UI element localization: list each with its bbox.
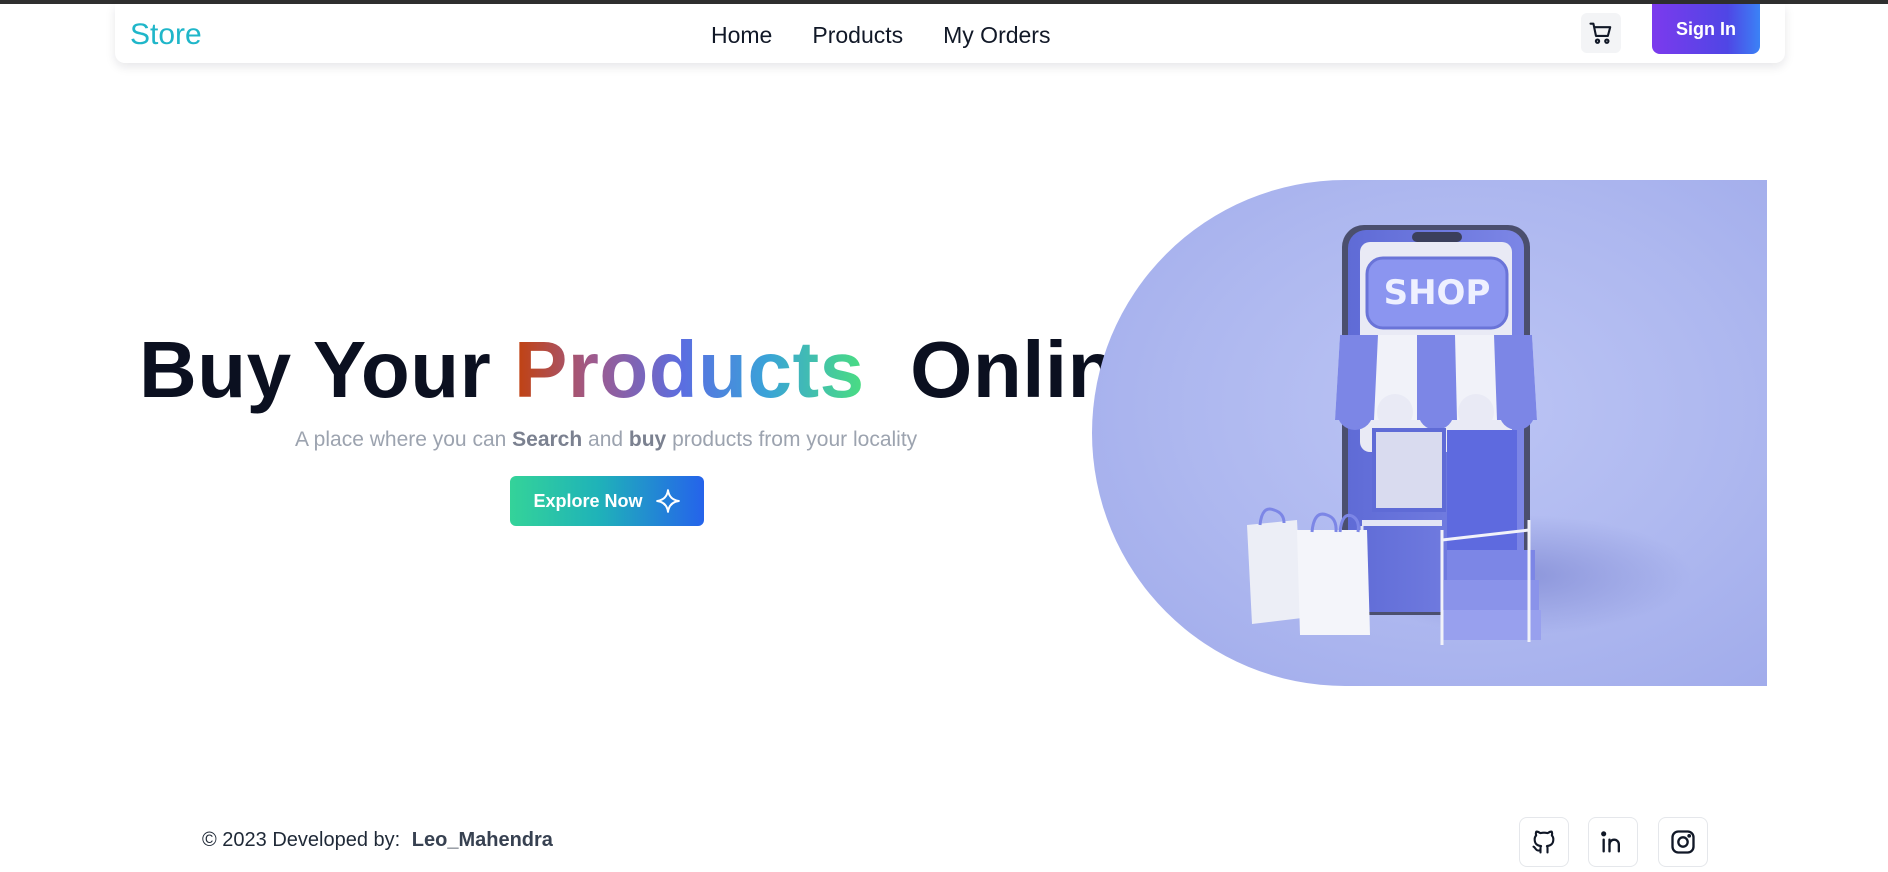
sparkle-icon	[655, 489, 680, 513]
hero-title: Buy Your Products Online	[139, 322, 1162, 418]
hero-title-highlight: Products	[513, 325, 865, 414]
subtitle-bold-search: Search	[512, 428, 583, 451]
explore-now-button[interactable]: Explore Now	[510, 476, 704, 526]
linkedin-link[interactable]	[1588, 817, 1638, 867]
subtitle-text-3: products from your locality	[666, 428, 918, 451]
copyright-text: © 2023 Developed by:	[202, 829, 401, 851]
instagram-link[interactable]	[1658, 817, 1708, 867]
nav-home[interactable]: Home	[711, 22, 772, 49]
github-link[interactable]	[1519, 817, 1569, 867]
hero-title-start: Buy Your	[139, 325, 514, 414]
subtitle-text-1: A place where you can	[295, 428, 513, 451]
subtitle-text-2: and	[582, 428, 629, 451]
developer-name: Leo_Mahendra	[411, 829, 553, 851]
github-icon	[1532, 830, 1555, 854]
subtitle-bold-buy: buy	[628, 428, 667, 451]
cart-icon	[1589, 22, 1612, 44]
nav-my-orders[interactable]: My Orders	[943, 22, 1050, 49]
shop-illustration: SHOP	[1247, 225, 1692, 645]
hero-subtitle: A place where you can Search and buy pro…	[295, 428, 917, 452]
cart-button[interactable]	[1581, 13, 1621, 53]
linkedin-icon	[1601, 831, 1620, 853]
shop-sign-text: SHOP	[1384, 273, 1491, 313]
instagram-icon	[1671, 830, 1695, 854]
hero-shop-illustration: SHOP	[1092, 180, 1767, 686]
nav-products[interactable]: Products	[812, 22, 903, 49]
sign-in-button[interactable]: Sign In	[1652, 4, 1760, 54]
brand-logo[interactable]: Store	[130, 18, 202, 52]
nav-links: Home Products My Orders	[711, 22, 1050, 49]
explore-now-label: Explore Now	[533, 490, 643, 511]
footer-copyright: © 2023 Developed by: Leo_Mahendra	[202, 829, 553, 852]
navbar: Store Home Products My Orders Sign In	[115, 4, 1785, 63]
